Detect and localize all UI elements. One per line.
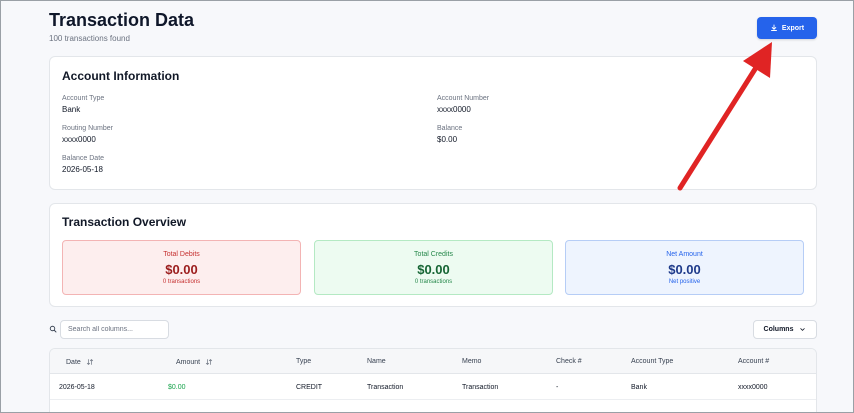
- cell-account-number: xxxx0000: [738, 384, 768, 391]
- table-header: Date Amount Type Name Memo Check # Accou…: [50, 349, 816, 374]
- total-credits-value: $0.00: [417, 262, 450, 277]
- download-icon: [770, 24, 777, 31]
- cell-date: 2026-05-18: [59, 384, 95, 391]
- column-header-type[interactable]: Type: [296, 358, 311, 365]
- routing-number-label: Routing Number: [62, 125, 113, 132]
- balance-value: $0.00: [437, 135, 458, 144]
- sort-icon[interactable]: [205, 358, 213, 366]
- total-credits-stat: Total Credits $0.00 0 transactions: [314, 240, 553, 295]
- table-row[interactable]: 2026-05-18 $0.00 CREDIT Transaction Tran…: [50, 374, 816, 400]
- balance-date-label: Balance Date: [62, 155, 105, 162]
- column-header-check[interactable]: Check #: [556, 358, 582, 365]
- account-type-label: Account Type: [62, 95, 105, 102]
- column-header-label: Date: [66, 358, 81, 366]
- balance-field: Balance $0.00: [437, 125, 462, 144]
- net-amount-status: Net positive: [668, 279, 701, 285]
- cell-amount: $0.00: [168, 384, 186, 391]
- transactions-table: Date Amount Type Name Memo Check # Accou…: [49, 348, 817, 413]
- net-amount-label: Net Amount: [666, 251, 703, 258]
- column-header-label: Type: [296, 358, 312, 365]
- column-header-label: Account #: [738, 358, 770, 365]
- page-title: Transaction Data: [49, 10, 195, 30]
- transaction-overview-title: Transaction Overview: [62, 215, 187, 229]
- column-header-label: Check #: [556, 358, 582, 365]
- account-number-field: Account Number xxxx0000: [437, 95, 489, 114]
- column-header-memo[interactable]: Memo: [462, 358, 481, 365]
- column-header-date[interactable]: Date: [66, 358, 94, 366]
- account-number-label: Account Number: [437, 95, 490, 102]
- net-amount-stat: Net Amount $0.00 Net positive: [565, 240, 804, 295]
- export-button[interactable]: Export: [757, 17, 817, 39]
- cell-type: CREDIT: [296, 384, 323, 391]
- total-credits-count: 0 transactions: [414, 279, 453, 285]
- balance-date-field: Balance Date 2026-05-18: [62, 155, 104, 174]
- total-debits-stat: Total Debits $0.00 0 transactions: [62, 240, 301, 295]
- search-input[interactable]: [60, 320, 169, 339]
- balance-label: Balance: [437, 125, 463, 132]
- column-header-amount[interactable]: Amount: [176, 358, 213, 366]
- routing-number-field: Routing Number xxxx0000: [62, 125, 113, 144]
- column-header-label: Account Type: [631, 358, 674, 365]
- columns-button[interactable]: Columns: [753, 320, 817, 339]
- sort-icon[interactable]: [86, 358, 94, 366]
- cell-check: -: [556, 384, 559, 391]
- chevron-down-icon: [800, 328, 806, 331]
- total-debits-label: Total Debits: [163, 251, 200, 258]
- account-information-card: Account Information Account Type Bank Ac…: [49, 56, 817, 190]
- search-icon: [49, 325, 57, 333]
- account-information-title: Account Information: [62, 69, 180, 83]
- column-header-account-type[interactable]: Account Type: [631, 358, 673, 365]
- column-header-name[interactable]: Name: [367, 358, 386, 365]
- cell-account-type: Bank: [631, 384, 647, 391]
- transaction-overview-card: Transaction Overview Total Debits $0.00 …: [49, 203, 817, 307]
- total-debits-value: $0.00: [165, 262, 198, 277]
- total-debits-count: 0 transactions: [162, 279, 201, 285]
- routing-number-value: xxxx0000: [62, 135, 96, 144]
- cell-name: Transaction: [367, 384, 404, 391]
- column-header-label: Name: [367, 358, 386, 365]
- export-label: Export: [781, 24, 805, 32]
- columns-label: Columns: [763, 326, 794, 333]
- balance-date-value: 2026-05-18: [62, 165, 103, 174]
- account-type-value: Bank: [62, 105, 81, 114]
- total-credits-label: Total Credits: [414, 251, 453, 258]
- account-type-field: Account Type Bank: [62, 95, 104, 114]
- column-header-label: Amount: [176, 358, 201, 366]
- cell-memo: Transaction: [462, 384, 499, 391]
- account-number-value: xxxx0000: [437, 105, 471, 114]
- column-header-label: Memo: [462, 358, 482, 365]
- column-header-account-number[interactable]: Account #: [738, 358, 769, 365]
- net-amount-value: $0.00: [668, 262, 701, 277]
- transaction-count: 100 transactions found: [49, 34, 130, 43]
